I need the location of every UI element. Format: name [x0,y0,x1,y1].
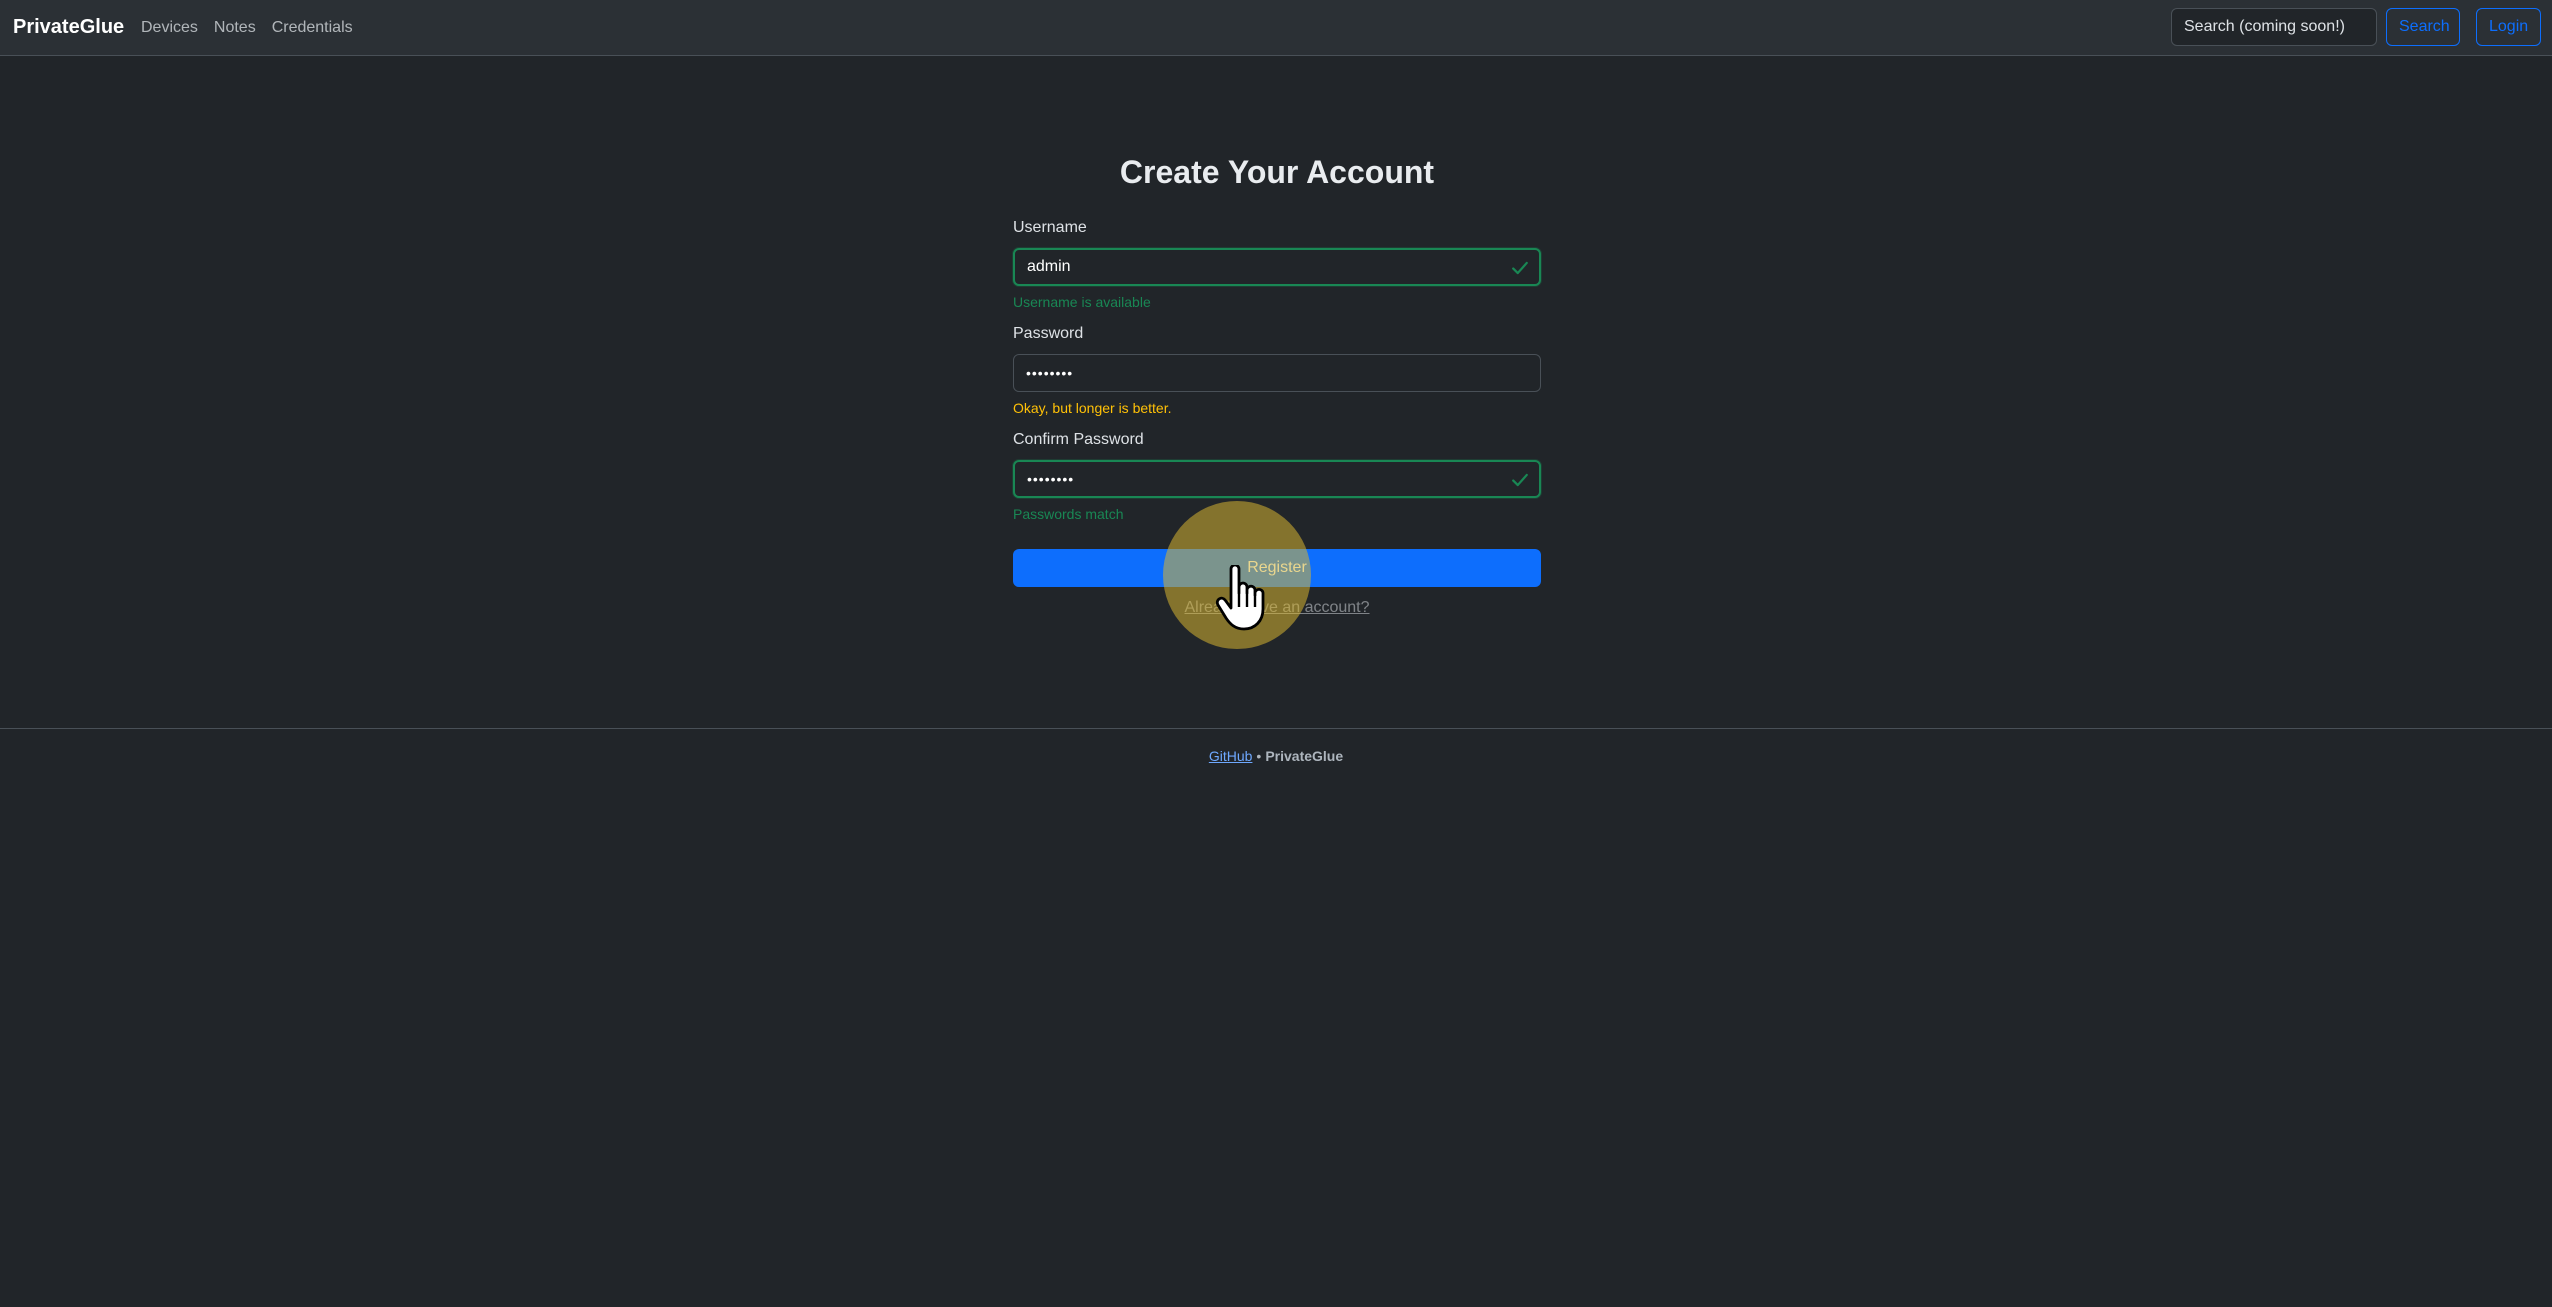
search-button[interactable]: Search [2386,8,2460,46]
nav-link-notes[interactable]: Notes [214,16,256,40]
confirm-password-feedback: Passwords match [1013,506,1124,522]
password-input-box [1013,354,1541,392]
top-navbar: PrivateGlue Devices Notes Credentials Se… [0,0,2552,56]
username-input[interactable] [1015,250,1539,284]
footer: GitHub • PrivateGlue [0,746,2552,766]
username-field-group: Username Username is available [1013,216,1541,312]
search-input[interactable] [2171,8,2377,46]
footer-app-name: PrivateGlue [1265,748,1344,764]
password-field-group: Password Okay, but longer is better. [1013,322,1541,418]
nav-link-credentials[interactable]: Credentials [272,16,353,40]
page-title: Create Your Account [1119,154,1435,190]
nav-links: Devices Notes Credentials [141,16,369,40]
confirm-password-input-box [1013,460,1541,498]
login-button[interactable]: Login [2476,8,2541,46]
login-link-row: Already have an account? [1013,599,1541,617]
confirm-password-input[interactable] [1015,462,1539,496]
register-button[interactable]: Register [1013,549,1541,587]
password-input[interactable] [1014,355,1540,391]
registration-form: Create Your Account Username Username is… [1013,140,1541,617]
username-input-box [1013,248,1541,286]
footer-separator: • [1256,748,1262,764]
confirm-password-label: Confirm Password [1013,431,1144,448]
check-icon [1512,261,1528,275]
footer-divider [0,728,2552,729]
password-strength-feedback: Okay, but longer is better. [1013,400,1172,416]
brand-logo[interactable]: PrivateGlue [13,15,124,40]
username-label: Username [1013,219,1087,236]
check-icon [1512,473,1528,487]
already-have-account-link[interactable]: Already have an account? [1184,599,1369,616]
confirm-password-field-group: Confirm Password Passwords match [1013,428,1541,524]
password-label: Password [1013,325,1084,342]
nav-link-devices[interactable]: Devices [141,16,198,40]
github-link[interactable]: GitHub [1209,748,1253,764]
username-feedback: Username is available [1013,294,1151,310]
